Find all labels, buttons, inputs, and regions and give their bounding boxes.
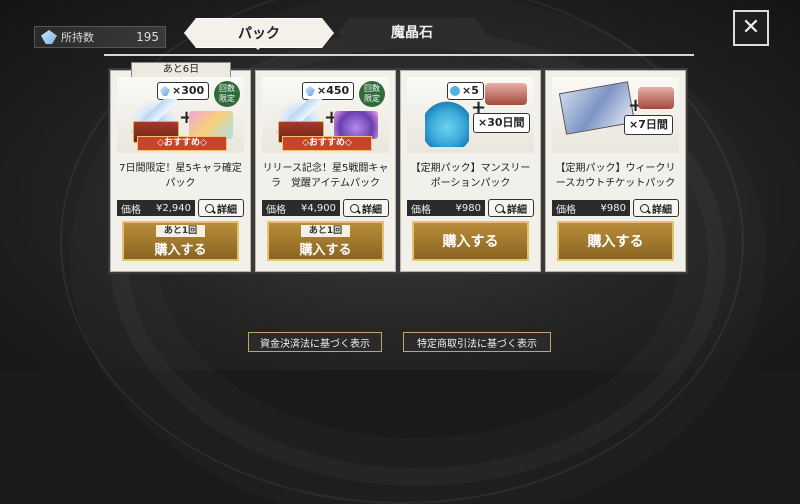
duration-badge: ×7日間: [624, 115, 673, 135]
pack-image: ×450 回数限定 + ◇おすすめ◇: [262, 77, 389, 153]
pack-image: + ×7日間: [552, 77, 679, 153]
recommended-ribbon: ◇おすすめ◇: [282, 136, 372, 151]
price-row: 価格 ¥4,900 詳細: [262, 199, 389, 217]
tab-underline: [104, 54, 694, 56]
gem-icon: [160, 86, 170, 96]
detail-button[interactable]: 詳細: [633, 199, 679, 217]
price-box: 価格 ¥980: [552, 200, 630, 216]
gem-quantity-badge: ×300: [157, 82, 210, 100]
pack-title: 【定期パック】ウィークリースカウトチケットパック: [555, 163, 676, 189]
detail-label: 詳細: [362, 204, 382, 216]
close-button[interactable]: ✕: [733, 10, 769, 46]
buy-label: 購入する: [587, 234, 644, 250]
character-ticket-icon: [189, 111, 233, 139]
price-value: ¥980: [600, 202, 626, 214]
gem-icon: [305, 86, 315, 96]
buy-button[interactable]: 購入する: [557, 221, 674, 261]
close-icon: ✕: [741, 15, 761, 40]
active-tab-pointer: [252, 44, 264, 50]
tab-magic-stone[interactable]: 魔晶石: [338, 18, 486, 46]
remaining-count: あと1回: [300, 224, 351, 237]
price-row: 価格 ¥980 詳細: [407, 199, 534, 217]
detail-label: 詳細: [652, 204, 672, 216]
pack-card-3[interactable]: ×5 + ×30日間 【定期パック】マンスリーポーションパック 価格 ¥980 詳…: [400, 70, 541, 272]
price-label: 価格: [556, 204, 576, 216]
magnifier-icon: [495, 203, 504, 213]
detail-label: 詳細: [507, 204, 527, 216]
buy-button[interactable]: 購入する: [412, 221, 529, 261]
meat-item-icon: [638, 87, 674, 109]
pack-title: 【定期パック】マンスリーポーションパック: [410, 163, 531, 189]
pack-title: 7日間限定！星5キャラ確定パック: [119, 163, 242, 189]
price-box: 価格 ¥2,940: [117, 200, 195, 216]
price-label: 価格: [121, 204, 141, 216]
duration-badge: ×30日間: [473, 113, 530, 133]
detail-button[interactable]: 詳細: [488, 199, 534, 217]
detail-label: 詳細: [217, 204, 237, 216]
price-row: 価格 ¥2,940 詳細: [117, 199, 244, 217]
gem-icon: [41, 30, 57, 44]
gem-quantity: ×450: [317, 84, 350, 97]
magnifier-icon: [205, 203, 214, 213]
price-label: 価格: [266, 204, 286, 216]
currency-label: 所持数: [61, 31, 94, 44]
buy-button[interactable]: あと1回 購入する: [267, 221, 384, 261]
price-box: 価格 ¥980: [407, 200, 485, 216]
gem-quantity-badge: ×450: [302, 82, 355, 100]
magnifier-icon: [640, 203, 649, 213]
buy-button[interactable]: あと1回 購入する: [122, 221, 239, 261]
pack-title: リリース記念！星5戦闘キャラ 覚醒アイテムパック: [262, 163, 389, 189]
limited-count-tag: 回数限定: [359, 81, 385, 107]
price-value: ¥2,940: [156, 202, 191, 214]
price-label: 価格: [411, 204, 431, 216]
pack-card-4[interactable]: + ×7日間 【定期パック】ウィークリースカウトチケットパック 価格 ¥980 詳…: [545, 70, 686, 272]
detail-button[interactable]: 詳細: [198, 199, 244, 217]
pack-image: ×300 回数限定 + ◇おすすめ◇: [117, 77, 244, 153]
remaining-count: あと1回: [155, 224, 206, 237]
magic-stone-counter: 所持数 195: [34, 26, 166, 48]
pack-image: ×5 + ×30日間: [407, 77, 534, 153]
price-box: 価格 ¥4,900: [262, 200, 340, 216]
pack-card-1[interactable]: あと6日 ×300 回数限定 + ◇おすすめ◇ 7日間限定！星5キャラ確定パック…: [110, 62, 251, 272]
detail-button[interactable]: 詳細: [343, 199, 389, 217]
buy-label: 購入する: [299, 242, 352, 258]
currency-count: 195: [136, 30, 159, 44]
buy-label: 購入する: [442, 234, 499, 250]
magnifier-icon: [350, 203, 359, 213]
recommended-ribbon: ◇おすすめ◇: [137, 136, 227, 151]
payment-services-act-button[interactable]: 資金決済法に基づく表示: [248, 332, 382, 352]
time-remaining-badge: あと6日: [131, 62, 231, 78]
meat-item-icon: [485, 83, 527, 105]
price-row: 価格 ¥980 詳細: [552, 199, 679, 217]
price-value: ¥4,900: [301, 202, 336, 214]
gem-quantity: ×300: [172, 84, 205, 97]
commercial-transactions-act-button[interactable]: 特定商取引法に基づく表示: [403, 332, 551, 352]
price-value: ¥980: [455, 202, 481, 214]
awakening-item-icon: [334, 111, 378, 139]
limited-count-tag: 回数限定: [214, 81, 240, 107]
pack-card-2[interactable]: ×450 回数限定 + ◇おすすめ◇ リリース記念！星5戦闘キャラ 覚醒アイテム…: [255, 70, 396, 272]
buy-label: 購入する: [154, 242, 207, 258]
potion-icon: [425, 91, 469, 147]
